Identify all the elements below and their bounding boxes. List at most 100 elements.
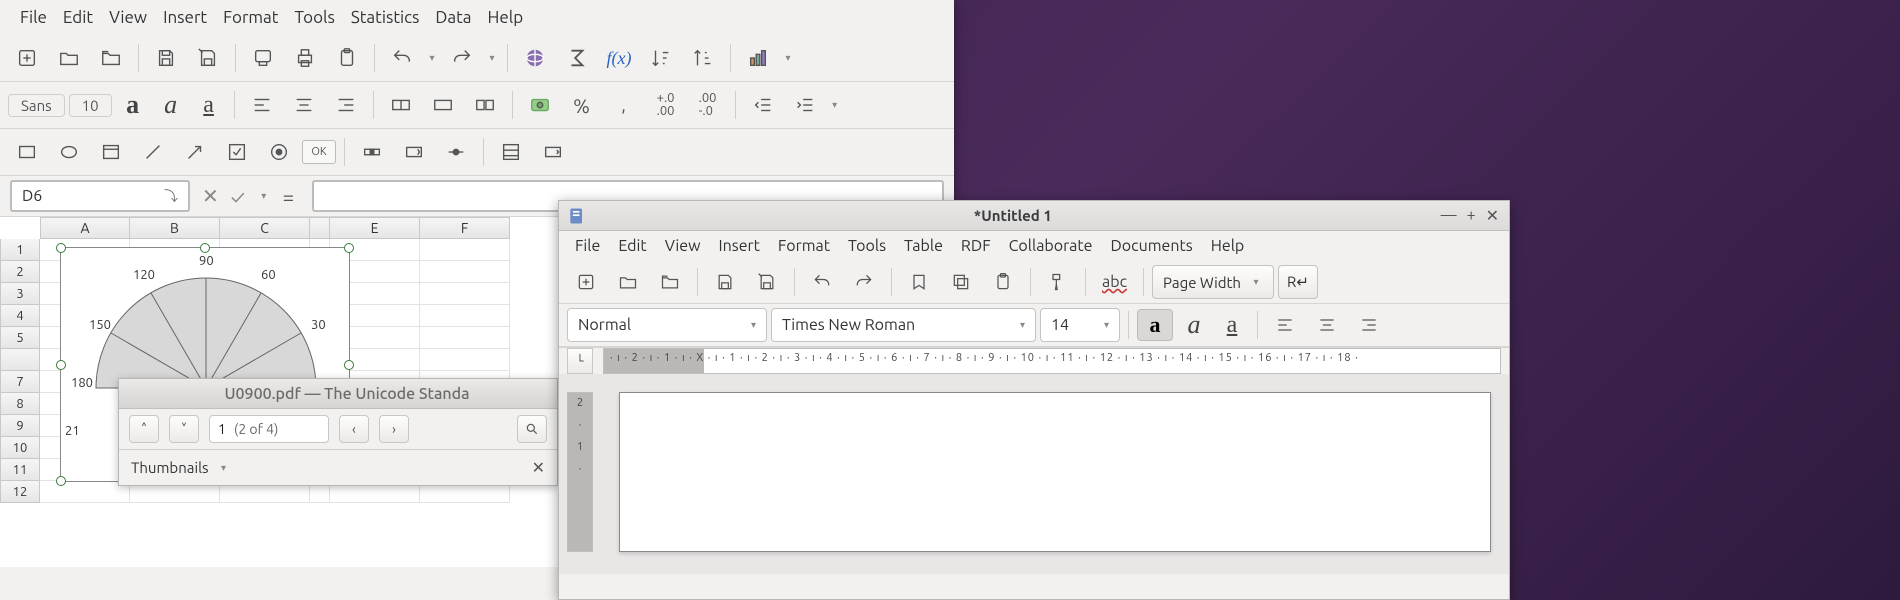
line-icon[interactable] <box>134 133 172 171</box>
pdf-titlebar[interactable]: U0900.pdf — The Unicode Standa <box>119 379 557 409</box>
inc-indent-icon[interactable] <box>786 86 824 124</box>
w-spellcheck-button[interactable]: abc <box>1094 273 1135 291</box>
slider-widget-icon[interactable] <box>437 133 475 171</box>
row-header[interactable]: 12 <box>0 481 40 503</box>
column-header[interactable]: B <box>130 217 220 239</box>
close-icon[interactable]: ✕ <box>1486 206 1499 225</box>
toolbar-overflow[interactable]: ▾ <box>781 52 795 64</box>
writer-titlebar[interactable]: *Untitled 1 — + ✕ <box>559 201 1509 231</box>
format-overflow[interactable]: ▾ <box>828 99 842 111</box>
close-sidebar-icon[interactable]: ✕ <box>532 458 545 477</box>
vertical-ruler[interactable]: 2 · 1 · <box>567 392 593 552</box>
w-align-center-icon[interactable] <box>1308 308 1346 342</box>
w-open-recent-icon[interactable] <box>651 265 689 299</box>
cell[interactable] <box>420 261 510 283</box>
menu-view[interactable]: View <box>103 6 153 29</box>
arrow-icon[interactable] <box>176 133 214 171</box>
paragraph-style-combo[interactable]: Normal▾ <box>567 308 767 342</box>
search-icon[interactable] <box>517 415 547 443</box>
font-size-combo[interactable]: 14▾ <box>1040 308 1120 342</box>
thumbnails-label[interactable]: Thumbnails <box>131 459 209 476</box>
resize-handle-sw[interactable] <box>56 476 66 486</box>
font-name-box[interactable]: Sans <box>8 94 65 117</box>
cell[interactable] <box>420 239 510 261</box>
cancel-formula-icon[interactable]: ✕ <box>202 184 219 208</box>
row-header[interactable]: 1 <box>0 239 40 261</box>
ellipse-shape-icon[interactable] <box>50 133 88 171</box>
spinner-widget-icon[interactable] <box>395 133 433 171</box>
maximize-icon[interactable]: + <box>1467 206 1476 225</box>
menu-file[interactable]: File <box>14 6 53 29</box>
split-icon[interactable] <box>466 86 504 124</box>
column-header[interactable] <box>310 217 330 239</box>
print-icon[interactable] <box>286 39 324 77</box>
column-header[interactable]: C <box>220 217 310 239</box>
w-redo-icon[interactable] <box>845 265 883 299</box>
w-paste-icon[interactable] <box>984 265 1022 299</box>
font-size-box[interactable]: 10 <box>69 94 112 117</box>
sort-desc-icon[interactable] <box>684 39 722 77</box>
accept-formula-icon[interactable]: ✓ <box>231 185 245 208</box>
cell[interactable] <box>420 305 510 327</box>
row-header[interactable]: 3 <box>0 283 40 305</box>
chevron-down-icon[interactable]: ⤵ <box>164 186 178 206</box>
print-preview-icon[interactable] <box>244 39 282 77</box>
prev-page-icon[interactable]: ‹ <box>339 415 369 443</box>
merge-center-icon[interactable] <box>382 86 420 124</box>
thousands-icon[interactable]: , <box>605 86 643 124</box>
accept-dropdown[interactable]: ▾ <box>257 190 271 202</box>
horizontal-ruler[interactable]: · ı · 2 · ı · 1 · ı · X · ı · 1 · ı · 2 … <box>603 348 1501 374</box>
resize-handle-w[interactable] <box>56 360 66 370</box>
cell-reference-input[interactable]: D6 ⤵ <box>10 180 190 212</box>
resize-handle-n[interactable] <box>200 243 210 253</box>
paste-icon[interactable] <box>328 39 366 77</box>
align-left-icon[interactable] <box>243 86 281 124</box>
cell[interactable] <box>420 349 510 371</box>
w-menu-file[interactable]: File <box>569 235 606 257</box>
w-open-icon[interactable] <box>609 265 647 299</box>
rect-shape-icon[interactable] <box>8 133 46 171</box>
w-save-icon[interactable] <box>706 265 744 299</box>
menu-help[interactable]: Help <box>482 6 530 29</box>
document-page[interactable] <box>619 392 1491 552</box>
redo-icon[interactable] <box>443 39 481 77</box>
sort-asc-icon[interactable] <box>642 39 680 77</box>
menu-tools[interactable]: Tools <box>288 6 340 29</box>
row-header[interactable]: 11 <box>0 459 40 481</box>
w-align-left-icon[interactable] <box>1266 308 1304 342</box>
w-undo-icon[interactable] <box>803 265 841 299</box>
w-menu-edit[interactable]: Edit <box>612 235 652 257</box>
row-header[interactable]: 10 <box>0 437 40 459</box>
percent-icon[interactable]: % <box>563 86 601 124</box>
w-italic-button[interactable]: a <box>1177 310 1211 340</box>
w-menu-view[interactable]: View <box>659 235 707 257</box>
resize-handle-e[interactable] <box>344 360 354 370</box>
w-menu-help[interactable]: Help <box>1205 235 1251 257</box>
list-widget-icon[interactable] <box>492 133 530 171</box>
row-header[interactable]: 5 <box>0 327 40 349</box>
column-header[interactable]: E <box>330 217 420 239</box>
menu-data[interactable]: Data <box>429 6 477 29</box>
w-menu-format[interactable]: Format <box>772 235 836 257</box>
button-widget-icon[interactable]: OK <box>302 140 336 164</box>
frame-icon[interactable] <box>92 133 130 171</box>
minimize-icon[interactable]: — <box>1441 206 1457 225</box>
new-icon[interactable] <box>8 39 46 77</box>
dec-indent-icon[interactable] <box>744 86 782 124</box>
zoom-combo[interactable]: Page Width▾ <box>1152 265 1274 299</box>
currency-icon[interactable] <box>521 86 559 124</box>
row-header[interactable]: 4 <box>0 305 40 327</box>
dec-decimal-icon[interactable]: .00-.0 <box>689 86 727 124</box>
underline-button[interactable]: a <box>192 92 226 119</box>
menu-statistics[interactable]: Statistics <box>345 6 426 29</box>
tab-stop-selector[interactable]: └ <box>567 348 593 374</box>
w-align-right-icon[interactable] <box>1350 308 1388 342</box>
save-icon[interactable] <box>147 39 185 77</box>
row-header[interactable]: 9 <box>0 415 40 437</box>
w-bookmark-icon[interactable] <box>900 265 938 299</box>
inc-decimal-icon[interactable]: +.0.00 <box>647 86 685 124</box>
row-header[interactable] <box>0 349 40 371</box>
merge-icon[interactable] <box>424 86 462 124</box>
undo-dropdown[interactable]: ▾ <box>425 52 439 64</box>
row-header[interactable]: 7 <box>0 371 40 393</box>
